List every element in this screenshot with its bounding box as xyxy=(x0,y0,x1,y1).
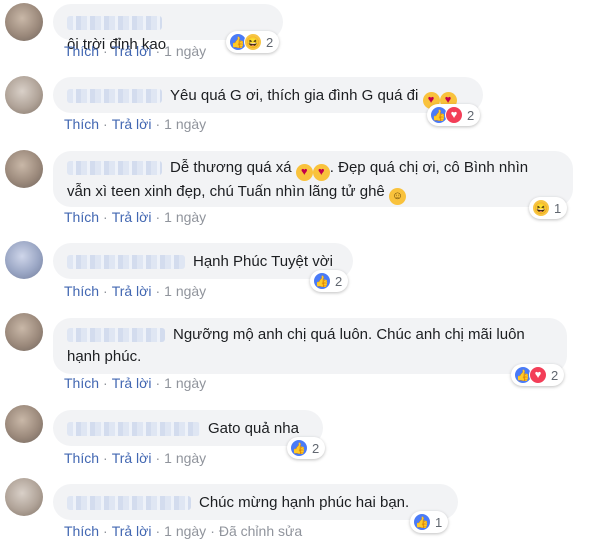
separator-dot: · xyxy=(103,209,108,225)
like-reaction-icon: 👍 xyxy=(290,439,308,457)
reply-link[interactable]: Trả lời xyxy=(112,283,152,299)
commenter-name[interactable] xyxy=(67,328,165,343)
like-link[interactable]: Thích xyxy=(64,283,99,299)
love-reaction-icon: ♥ xyxy=(529,366,547,384)
comment-text: Gato quả nha xyxy=(208,420,299,437)
like-link[interactable]: Thích xyxy=(64,450,99,466)
separator-dot: · xyxy=(155,283,161,299)
separator-dot: · xyxy=(103,523,108,539)
separator-dot: · xyxy=(155,116,161,132)
comment-actions: Thích · Trả lời · 1 ngày xyxy=(64,43,206,59)
separator-dot: · xyxy=(103,375,108,391)
comment-text: Chúc mừng hạnh phúc hai bạn. xyxy=(199,494,410,511)
reaction-count: 1 xyxy=(554,200,562,216)
reply-link[interactable]: Trả lời xyxy=(112,116,152,132)
like-reaction-icon: 👍 xyxy=(413,513,431,531)
separator-dot: · xyxy=(155,450,161,466)
reaction-count: 2 xyxy=(312,440,320,456)
timestamp[interactable]: 1 ngày xyxy=(164,209,206,225)
timestamp[interactable]: 1 ngày xyxy=(164,283,206,299)
like-reaction-icon: 👍 xyxy=(313,272,331,290)
comment-actions: Thích · Trả lời · 1 ngày xyxy=(64,450,206,466)
avatar[interactable] xyxy=(5,405,43,443)
comment-bubble: Hạnh Phúc Tuyệt vời xyxy=(53,243,353,279)
timestamp[interactable]: 1 ngày xyxy=(164,375,206,391)
reaction-count: 2 xyxy=(551,367,559,383)
reply-link[interactable]: Trả lời xyxy=(112,375,152,391)
reaction-summary[interactable]: 👍 😆 2 xyxy=(226,31,280,53)
reaction-count: 2 xyxy=(335,273,343,289)
reply-link[interactable]: Trả lời xyxy=(112,43,152,59)
comment-bubble: Ngưỡng mộ anh chị quá luôn. Chúc anh chị… xyxy=(53,318,567,374)
avatar[interactable] xyxy=(5,478,43,516)
comment-bubble: Chúc mừng hạnh phúc hai bạn. xyxy=(53,484,458,520)
comment-text-line-2: vẫn xì teen xinh đẹp, chú Tuấn nhìn lãng… xyxy=(67,181,559,205)
reaction-summary[interactable]: 👍 2 xyxy=(310,270,349,292)
edited-label[interactable]: Đã chỉnh sửa xyxy=(219,523,302,539)
separator-dot: · xyxy=(103,283,108,299)
commenter-name[interactable] xyxy=(67,16,162,31)
haha-reaction-icon: 😆 xyxy=(532,199,550,217)
laughing-emoji: ☺ xyxy=(388,188,406,205)
like-link[interactable]: Thích xyxy=(64,209,99,225)
reaction-summary[interactable]: 👍 ♥ 2 xyxy=(427,104,481,126)
reaction-summary[interactable]: 👍 1 xyxy=(410,511,449,533)
commenter-name[interactable] xyxy=(67,496,191,511)
comment-actions: Thích · Trả lời · 1 ngày xyxy=(64,375,206,391)
separator-dot: · xyxy=(155,523,161,539)
reaction-summary[interactable]: 👍 2 xyxy=(287,437,326,459)
haha-reaction-icon: 😆 xyxy=(244,33,262,51)
timestamp[interactable]: 1 ngày xyxy=(164,523,206,539)
avatar[interactable] xyxy=(5,3,43,41)
avatar[interactable] xyxy=(5,76,43,114)
separator-dot: · xyxy=(103,116,108,132)
comment-text: Yêu quá G ơi, thích gia đình G quá đi xyxy=(170,87,419,104)
separator-dot: · xyxy=(103,43,108,59)
separator-dot: · xyxy=(103,450,108,466)
separator-dot: · xyxy=(155,43,161,59)
comment-actions: Thích · Trả lời · 1 ngày · Đã chỉnh sửa xyxy=(64,523,302,539)
heart-eyes-emoji: ♥ xyxy=(312,164,330,181)
reaction-count: 1 xyxy=(435,514,443,530)
reply-link[interactable]: Trả lời xyxy=(112,450,152,466)
reaction-count: 2 xyxy=(266,34,274,50)
comment-text-line-1: Ngưỡng mộ anh chị quá luôn. Chúc anh chị… xyxy=(67,324,553,346)
comment-bubble: Yêu quá G ơi, thích gia đình G quá đi ♥ ♥ xyxy=(53,77,483,113)
timestamp[interactable]: 1 ngày xyxy=(164,450,206,466)
like-link[interactable]: Thích xyxy=(64,523,99,539)
comment-text-line-2: hạnh phúc. xyxy=(67,348,142,365)
love-reaction-icon: ♥ xyxy=(445,106,463,124)
reply-link[interactable]: Trả lời xyxy=(112,209,152,225)
commenter-name[interactable] xyxy=(67,161,162,176)
separator-dot: · xyxy=(155,209,161,225)
like-link[interactable]: Thích xyxy=(64,375,99,391)
comment-actions: Thích · Trả lời · 1 ngày xyxy=(64,116,206,132)
heart-eyes-emoji: ♥ xyxy=(295,164,313,181)
separator-dot: · xyxy=(155,375,161,391)
timestamp[interactable]: 1 ngày xyxy=(164,116,206,132)
comment-text: Hạnh Phúc Tuyệt vời xyxy=(193,253,333,270)
like-link[interactable]: Thích xyxy=(64,116,99,132)
reaction-summary[interactable]: 😆 1 xyxy=(529,197,568,219)
commenter-name[interactable] xyxy=(67,422,200,437)
avatar[interactable] xyxy=(5,313,43,351)
comment-text-line-1: Dễ thương quá xá ♥ ♥. Đẹp quá chị ơi, cô … xyxy=(67,157,559,181)
avatar[interactable] xyxy=(5,150,43,188)
reaction-summary[interactable]: 👍 ♥ 2 xyxy=(511,364,565,386)
commenter-name[interactable] xyxy=(67,255,185,270)
commenter-name[interactable] xyxy=(67,89,162,104)
like-link[interactable]: Thích xyxy=(64,43,99,59)
avatar[interactable] xyxy=(5,241,43,279)
timestamp[interactable]: 1 ngày xyxy=(164,43,206,59)
comment-actions: Thích · Trả lời · 1 ngày xyxy=(64,283,206,299)
separator-dot: · xyxy=(210,523,215,539)
reply-link[interactable]: Trả lời xyxy=(112,523,152,539)
comment-actions: Thích · Trả lời · 1 ngày xyxy=(64,209,206,225)
reaction-count: 2 xyxy=(467,107,475,123)
comment-bubble: Gato quả nha xyxy=(53,410,323,446)
comment-bubble: Dễ thương quá xá ♥ ♥. Đẹp quá chị ơi, cô … xyxy=(53,151,573,207)
